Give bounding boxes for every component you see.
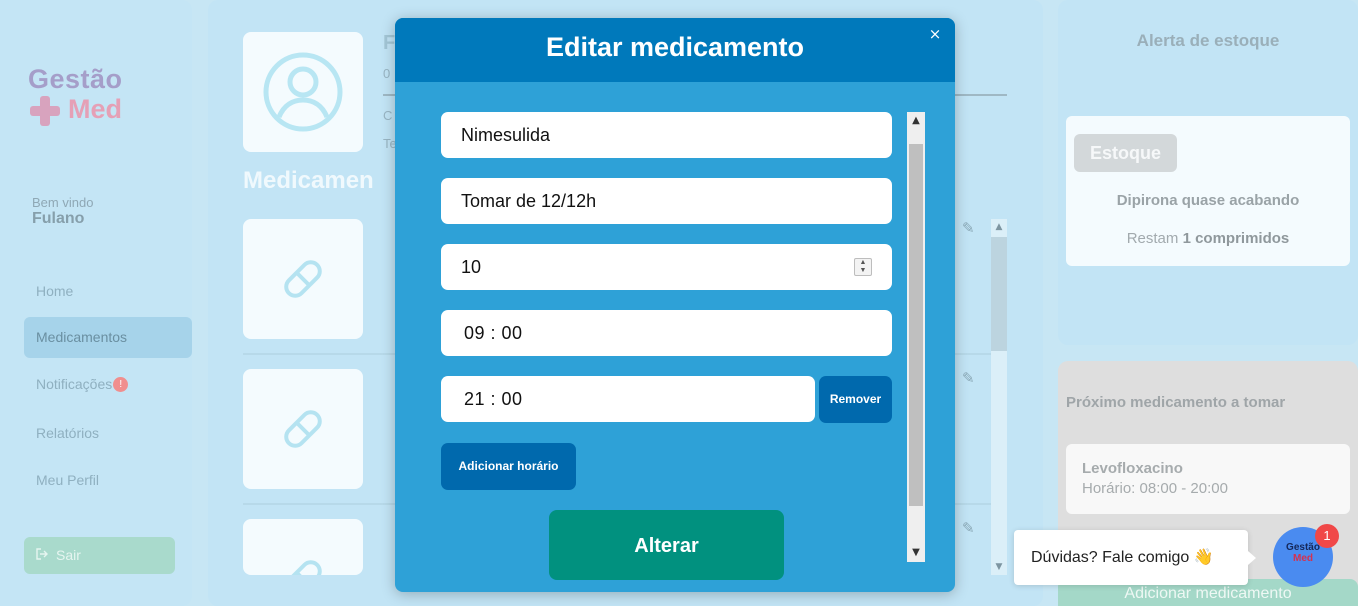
- scrollbar-thumb[interactable]: [991, 237, 1007, 351]
- sidebar-item-label: Home: [36, 283, 74, 299]
- modal-title: Editar medicamento: [545, 32, 805, 62]
- logo-text-top: Gestão: [28, 64, 123, 94]
- app-logo: Gestão Med: [28, 64, 148, 128]
- chat-logo-bottom: Med: [1293, 553, 1313, 564]
- scrollbar-thumb[interactable]: [909, 144, 923, 506]
- sidebar-item-label: Notificações: [36, 376, 113, 392]
- next-medication-card: Levofloxacino Horário: 08:00 - 20:00: [1066, 444, 1350, 514]
- pill-icon: [284, 410, 322, 448]
- chat-notification-badge: 1: [1315, 524, 1339, 548]
- username: Fulano: [32, 210, 85, 227]
- edit-pencil-icon[interactable]: ✎: [962, 519, 980, 537]
- medication-name-input[interactable]: Nimesulida: [441, 112, 892, 158]
- next-medication-title: Próximo medicamento a tomar: [1066, 394, 1286, 411]
- profile-info: C: [383, 108, 393, 123]
- logout-icon: [36, 538, 48, 575]
- notification-badge: !: [113, 377, 129, 392]
- logout-label: Sair: [56, 547, 81, 563]
- profile-name: F: [383, 32, 396, 54]
- profile-card: [243, 32, 363, 152]
- logo-plus-icon: [30, 96, 60, 126]
- medication-card[interactable]: [243, 219, 363, 339]
- quantity-value: 10: [461, 257, 482, 277]
- add-time-button[interactable]: Adicionar horário: [441, 443, 576, 490]
- time-input-1[interactable]: 09 : 00: [441, 310, 892, 356]
- sidebar-item-home[interactable]: Home: [24, 271, 192, 312]
- scroll-up-icon[interactable]: ▲: [991, 219, 1007, 235]
- edit-pencil-icon[interactable]: ✎: [962, 219, 980, 237]
- sidebar-item-medicamentos[interactable]: Medicamentos: [24, 317, 192, 358]
- next-medication-name: Levofloxacino: [1082, 460, 1183, 477]
- close-icon[interactable]: ×: [927, 26, 943, 42]
- sidebar-item-notificacoes[interactable]: Notificações!: [24, 364, 192, 405]
- medication-card[interactable]: [243, 519, 363, 575]
- logout-button[interactable]: Sair: [24, 537, 175, 574]
- time-input-2[interactable]: 21 : 00: [441, 376, 815, 422]
- sidebar-item-label: Medicamentos: [36, 329, 128, 345]
- pill-icon: [284, 560, 322, 575]
- submit-button[interactable]: Alterar: [549, 510, 784, 580]
- sidebar-item-label: Meu Perfil: [36, 472, 100, 488]
- stepper-up-icon[interactable]: ▲: [855, 259, 871, 267]
- stock-alert-title: Alerta de estoque: [1136, 31, 1280, 50]
- profile-info: 0: [383, 66, 391, 81]
- welcome-label: Bem vindo: [32, 195, 94, 210]
- sidebar-item-relatorios[interactable]: Relatórios: [24, 413, 192, 454]
- sidebar: Gestão Med Bem vindo Fulano Home Medicam…: [0, 0, 192, 606]
- sidebar-item-meu-perfil[interactable]: Meu Perfil: [24, 460, 192, 501]
- next-medication-time: Horário: 08:00 - 20:00: [1082, 480, 1228, 497]
- stock-alert-card: Estoque Dipirona quase acabando Restam 1…: [1066, 116, 1350, 266]
- scroll-down-icon[interactable]: ▼: [991, 559, 1007, 575]
- medication-card[interactable]: [243, 369, 363, 489]
- stock-alert-message: Dipirona quase acabando: [1116, 192, 1300, 209]
- stock-badge: Estoque: [1074, 134, 1178, 172]
- pill-icon: [284, 260, 322, 298]
- sidebar-item-label: Relatórios: [36, 425, 100, 441]
- stock-alert-panel: Alerta de estoque Estoque Dipirona quase…: [1058, 0, 1358, 345]
- modal-header: Editar medicamento ×: [395, 18, 955, 82]
- logo-text-bottom: Med: [68, 94, 122, 124]
- scroll-down-icon[interactable]: ▼: [907, 544, 925, 562]
- list-scrollbar[interactable]: ▲ ▼: [991, 219, 1007, 575]
- modal-scrollbar[interactable]: ▲ ▼: [907, 112, 925, 562]
- edit-pencil-icon[interactable]: ✎: [962, 369, 980, 387]
- section-title: Medicamen: [243, 167, 374, 194]
- remove-time-button[interactable]: Remover: [819, 376, 892, 423]
- stock-remaining-value: 1 comprimidos: [1182, 230, 1290, 247]
- user-avatar-icon: [263, 52, 343, 132]
- stock-remaining-prefix: Restam: [1126, 230, 1179, 247]
- chat-tooltip[interactable]: Dúvidas? Fale comigo 👋: [1014, 530, 1256, 585]
- instructions-input[interactable]: Tomar de 12/12h: [441, 178, 892, 224]
- edit-medication-modal: Editar medicamento × Nimesulida Tomar de…: [395, 18, 955, 592]
- quantity-input[interactable]: 10 ▲ ▼: [441, 244, 892, 290]
- stock-remaining: Restam 1 comprimidos: [1066, 230, 1350, 247]
- scroll-up-icon[interactable]: ▲: [907, 112, 925, 130]
- quantity-stepper[interactable]: ▲ ▼: [854, 258, 872, 276]
- stepper-down-icon[interactable]: ▼: [855, 267, 871, 275]
